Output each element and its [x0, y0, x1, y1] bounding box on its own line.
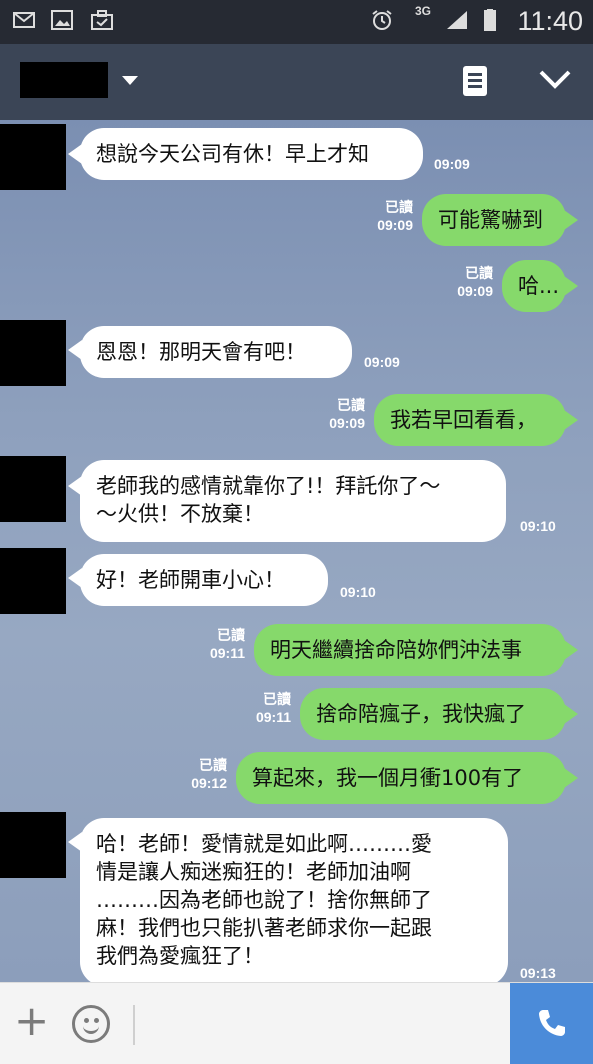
message-bubble-outgoing[interactable]: 捨命陪瘋子，我快瘋了	[300, 688, 566, 740]
mail-icon	[13, 12, 35, 28]
message-time: 09:11	[209, 645, 245, 661]
dropdown-arrow-icon[interactable]	[122, 76, 138, 85]
message-bubble-incoming[interactable]: 老師我的感情就靠你了!！拜託你了～ ～火供！不放棄！	[80, 460, 506, 542]
read-receipt: 已讀	[199, 757, 227, 773]
alarm-icon	[372, 10, 392, 30]
message-bubble-outgoing[interactable]: 算起來，我一個月衝100有了	[236, 752, 566, 804]
avatar-redacted[interactable]	[0, 812, 66, 878]
message-time: 09:09	[434, 156, 470, 172]
message-time: 09:09	[377, 217, 413, 233]
read-receipt: 已讀	[465, 265, 493, 281]
briefcase-icon	[91, 10, 113, 30]
status-time: 11:40	[517, 6, 583, 36]
message-time: 09:12	[191, 775, 227, 791]
chat-area[interactable]: 想說今天公司有休！早上才知 09:09 已讀 09:09 可能驚嚇到 已讀 09…	[0, 120, 593, 982]
battery-icon	[484, 9, 496, 31]
message-bubble-outgoing[interactable]: 可能驚嚇到	[422, 194, 566, 246]
message-time: 09:09	[364, 354, 400, 370]
message-bubble-incoming[interactable]: 恩恩！那明天會有吧！	[80, 326, 352, 378]
divider	[133, 1005, 135, 1045]
message-meta: 已讀 09:09	[368, 198, 413, 234]
chevron-down-icon[interactable]	[538, 68, 572, 90]
contact-name-redacted[interactable]	[20, 62, 108, 98]
message-bubble-outgoing[interactable]: 明天繼續捨命陪妳們沖法事	[254, 624, 566, 676]
message-meta: 已讀 09:11	[246, 690, 291, 726]
read-receipt: 已讀	[217, 627, 245, 643]
avatar-redacted[interactable]	[0, 548, 66, 614]
message-bubble-incoming[interactable]: 好！老師開車小心！	[80, 554, 328, 606]
message-bubble-incoming[interactable]: 想說今天公司有休！早上才知	[80, 128, 423, 180]
avatar-redacted[interactable]	[0, 456, 66, 522]
message-time: 09:09	[457, 283, 493, 299]
read-receipt: 已讀	[263, 691, 291, 707]
avatar-redacted[interactable]	[0, 124, 66, 190]
message-bubble-incoming[interactable]: 哈！老師！愛情就是如此啊………愛 情是讓人痴迷痴狂的！老師加油啊 ………因為老師…	[80, 818, 508, 982]
message-time: 09:09	[329, 415, 365, 431]
network-type: 3G	[415, 4, 432, 18]
call-button[interactable]	[510, 983, 593, 1064]
read-receipt: 已讀	[337, 397, 365, 413]
signal-icon	[447, 11, 467, 29]
message-bubble-outgoing[interactable]: 我若早回看看，	[374, 394, 566, 446]
message-bubble-outgoing[interactable]: 哈...	[502, 260, 566, 312]
plus-icon[interactable]: +	[14, 1000, 49, 1042]
notes-icon[interactable]	[463, 66, 487, 96]
message-time: 09:10	[340, 584, 376, 600]
avatar-redacted[interactable]	[0, 320, 66, 386]
chat-header	[0, 44, 593, 120]
status-bar: 3G 11:40	[0, 0, 593, 44]
message-meta: 已讀 09:12	[182, 756, 227, 792]
message-meta: 已讀 09:09	[448, 264, 493, 300]
message-meta: 已讀 09:11	[200, 626, 245, 662]
message-time: 09:10	[520, 518, 556, 534]
emoji-icon[interactable]	[72, 1005, 110, 1043]
read-receipt: 已讀	[385, 199, 413, 215]
phone-icon	[539, 1010, 565, 1036]
message-time: 09:13	[520, 965, 556, 981]
gallery-icon	[51, 10, 73, 30]
input-bar: +	[0, 982, 593, 1064]
message-meta: 已讀 09:09	[320, 396, 365, 432]
message-time: 09:11	[255, 709, 291, 725]
